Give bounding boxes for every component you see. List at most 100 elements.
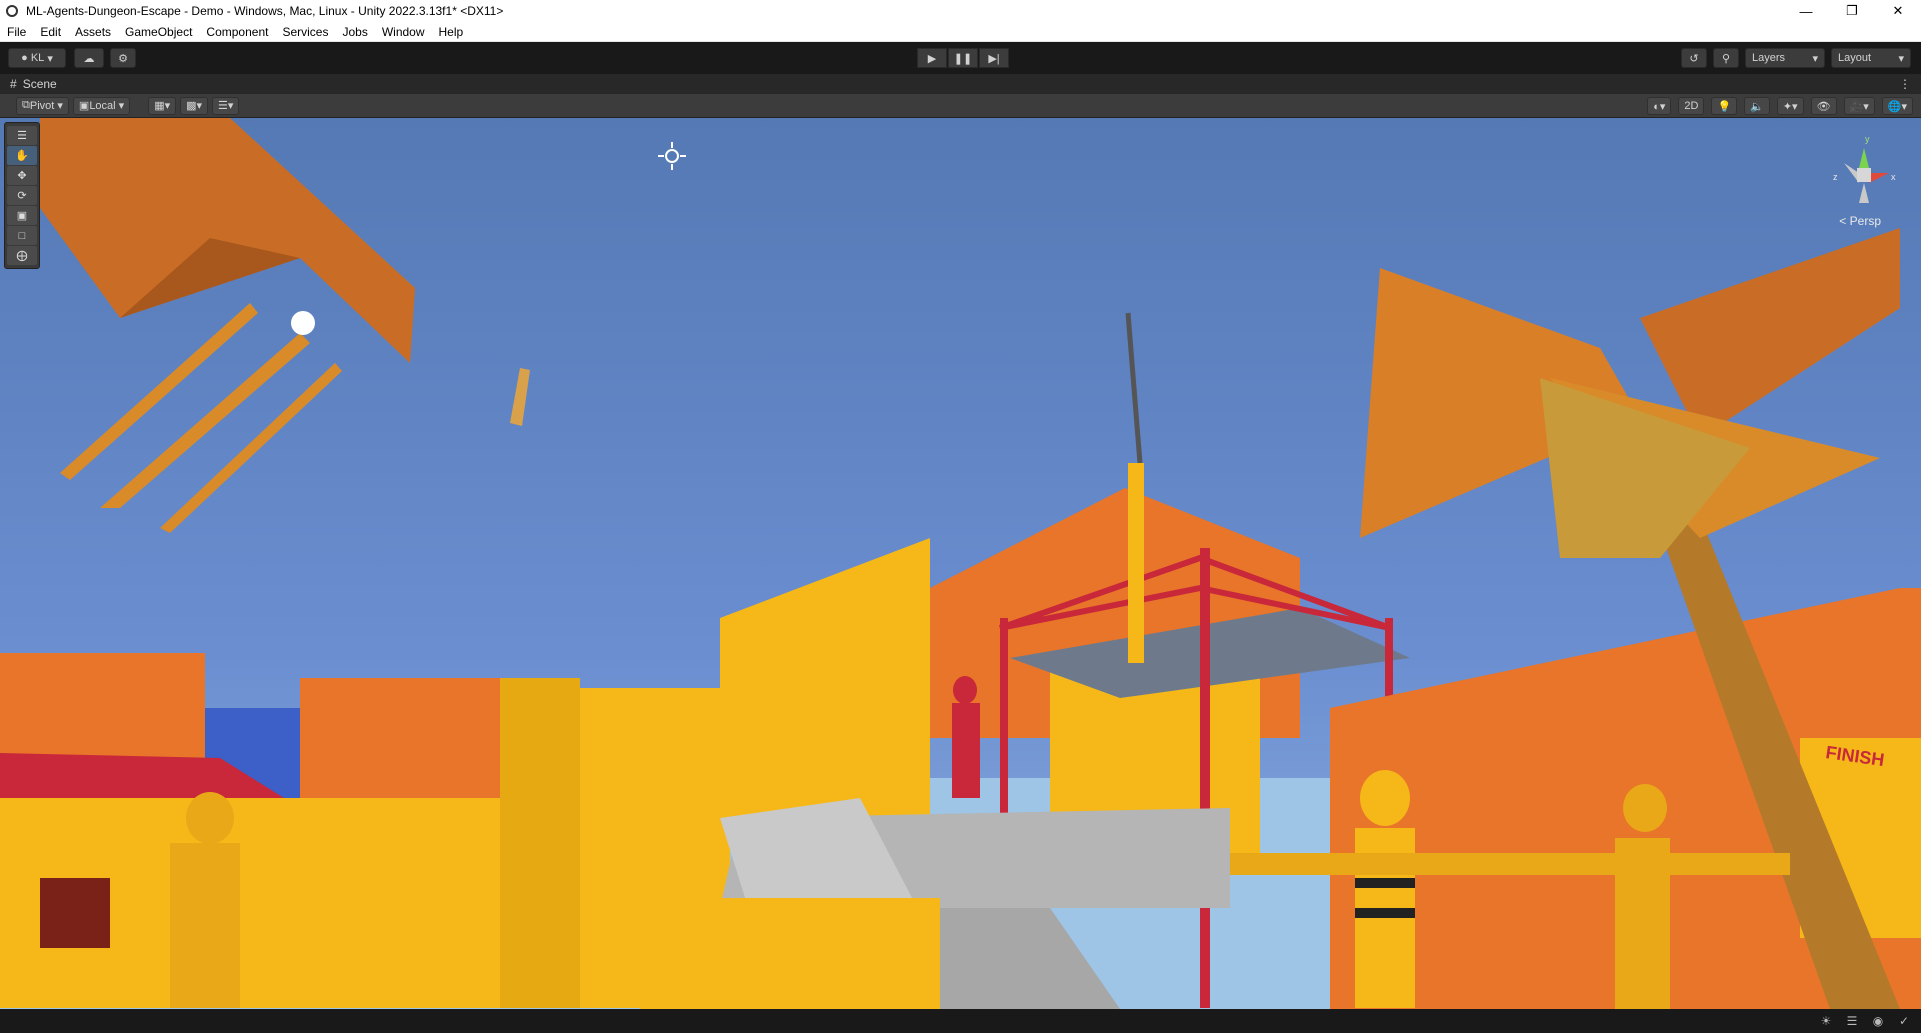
unity-logo-icon (6, 5, 18, 17)
gizmo-x-label: x (1891, 172, 1896, 182)
gizmos-button[interactable]: 🌐▾ (1881, 97, 1913, 115)
layout-dropdown[interactable]: Layout ▾ (1831, 48, 1911, 68)
speaker-icon: 🔈 (1750, 100, 1764, 113)
scene-render: FINISH (0, 118, 1921, 1009)
pause-icon: ❚❚ (953, 52, 973, 65)
collab-button[interactable]: ⚙ (110, 48, 136, 68)
eye-slash-icon: 👁 (1816, 100, 1831, 113)
projection-label[interactable]: < Persp (1839, 214, 1881, 228)
effects-toggle[interactable]: ✦▾ (1776, 97, 1804, 115)
yellow-pole (1128, 463, 1144, 663)
effects-icon: ✦▾ (1782, 100, 1798, 113)
menu-help[interactable]: Help (432, 25, 471, 39)
title-bar: ML-Agents-Dungeon-Escape - Demo - Window… (0, 0, 1921, 22)
orientation-gizmo[interactable]: y x z (1819, 128, 1909, 228)
gizmo-y-axis[interactable] (1859, 148, 1869, 168)
minimize-button[interactable]: — (1783, 0, 1829, 22)
menu-edit[interactable]: Edit (33, 25, 68, 39)
camera-icon: 🎥▾ (1849, 100, 1869, 113)
hidden-objects-toggle[interactable]: 👁 (1810, 97, 1837, 115)
scene-viewport[interactable]: FINISH ☰ ✋ ✥ ⟳ ▣ □ ⨁ y x z < Persp (0, 118, 1921, 1009)
transform-tools: ☰ ✋ ✥ ⟳ ▣ □ ⨁ (4, 122, 40, 269)
close-button[interactable]: ✕ (1875, 0, 1921, 22)
gear-icon: ⚙ (118, 52, 128, 65)
grid-dots-icon: ▩▾ (186, 100, 203, 112)
increment-snap-button[interactable]: ☰▾ (212, 96, 240, 115)
character-stripe (1355, 908, 1415, 918)
tab-scene[interactable]: Scene (23, 77, 57, 91)
point-light-icon (291, 311, 315, 335)
check-status-icon[interactable]: ✓ (1897, 1014, 1911, 1028)
menu-window[interactable]: Window (375, 25, 432, 39)
shading-icon: ◐▾ (1653, 100, 1666, 113)
lighting-status-icon[interactable]: ☀ (1819, 1014, 1833, 1028)
pause-button[interactable]: ❚❚ (948, 48, 978, 68)
transform-tool-button[interactable]: ⨁ (7, 246, 37, 265)
scene-toolbar: ⧉ Pivot ▾ ▣ Local ▾ ▦▾ ▩▾ ☰▾ ◐▾ 2D 💡 🔈 ✦… (0, 94, 1921, 118)
local-label: Local (89, 99, 116, 112)
cloud-button[interactable]: ☁ (74, 48, 104, 68)
directional-light-icon (658, 142, 686, 170)
cloud-icon: ☁ (83, 52, 95, 65)
back-orange-building (300, 678, 530, 808)
character-arms (1230, 853, 1790, 875)
scene-tab-bar: # Scene ⋮ (0, 74, 1921, 94)
character-body (1615, 838, 1670, 1009)
balcony-post (1000, 618, 1008, 838)
pivot-icon: ⧉ (22, 99, 30, 111)
play-button[interactable]: ▶ (917, 48, 947, 68)
audio-toggle[interactable]: 🔈 (1744, 97, 1770, 115)
gizmo-center[interactable] (1857, 168, 1871, 182)
rotate-icon: ⟳ (17, 190, 27, 202)
front-yellow-block (640, 898, 940, 1009)
scene-toolbar-right: ◐▾ 2D 💡 🔈 ✦▾ 👁 🎥▾ 🌐▾ (1643, 97, 1913, 115)
chevron-down-icon: ▾ (1898, 52, 1904, 65)
step-button[interactable]: ▶| (979, 48, 1009, 68)
main-toolbar: ● KL ▾ ☁ ⚙ ▶ ❚❚ ▶| ↺ ⚲ Layers ▾ Layout ▾ (0, 42, 1921, 74)
search-icon: ⚲ (1721, 52, 1731, 65)
local-dropdown[interactable]: ▣ Local ▾ (72, 96, 131, 115)
rect-tool-button[interactable]: □ (7, 226, 37, 245)
scale-icon: ▣ (16, 210, 28, 222)
search-button[interactable]: ⚲ (1713, 48, 1739, 68)
lighting-toggle[interactable]: 💡 (1711, 97, 1738, 115)
layout-label: Layout (1838, 52, 1872, 64)
draw-mode-button[interactable]: ◐▾ (1647, 97, 1672, 115)
scene-grid-icon: # (10, 77, 17, 91)
rotate-tool-button[interactable]: ⟳ (7, 186, 37, 205)
grid-visibility-button[interactable]: ▩▾ (180, 96, 209, 115)
mode-2d-button[interactable]: 2D (1678, 97, 1705, 115)
camera-settings-button[interactable]: 🎥▾ (1843, 97, 1875, 115)
layers-dropdown[interactable]: Layers ▾ (1745, 48, 1825, 68)
scale-tool-button[interactable]: ▣ (7, 206, 37, 225)
menu-services[interactable]: Services (275, 25, 335, 39)
plank (60, 303, 258, 480)
transform-icon: ⨁ (16, 250, 28, 262)
menu-component[interactable]: Component (199, 25, 275, 39)
chevron-down-icon: ▾ (44, 52, 53, 65)
hand-tool-button[interactable]: ✋ (7, 146, 37, 165)
menu-jobs[interactable]: Jobs (335, 25, 374, 39)
tools-handle[interactable]: ☰ (7, 126, 37, 145)
pivot-dropdown[interactable]: ⧉ Pivot ▾ (16, 96, 69, 115)
account-dropdown[interactable]: ● KL ▾ (8, 48, 66, 68)
more-options-icon[interactable]: ⋮ (1899, 77, 1911, 91)
gizmo-neg-y[interactable] (1859, 183, 1869, 203)
menu-bar: File Edit Assets GameObject Component Se… (0, 22, 1921, 42)
restore-button[interactable]: ❐ (1829, 0, 1875, 22)
history-button[interactable]: ↺ (1681, 48, 1707, 68)
gizmo-x-axis[interactable] (1869, 173, 1889, 183)
history-icon: ↺ (1689, 52, 1699, 65)
grid-snap-button[interactable]: ▦▾ (148, 96, 177, 115)
account-icon: ● (21, 52, 31, 64)
grid-icon: ▦▾ (154, 100, 171, 112)
move-tool-button[interactable]: ✥ (7, 166, 37, 185)
yellow-gate-pillar (500, 678, 580, 1008)
chevron-down-icon: ▾ (115, 100, 125, 112)
menu-file[interactable]: File (0, 25, 33, 39)
gizmo-z-axis[interactable] (1844, 163, 1859, 183)
layers-status-icon[interactable]: ☰ (1845, 1014, 1859, 1028)
collab-status-icon[interactable]: ◉ (1871, 1014, 1885, 1028)
menu-gameobject[interactable]: GameObject (118, 25, 199, 39)
menu-assets[interactable]: Assets (68, 25, 118, 39)
